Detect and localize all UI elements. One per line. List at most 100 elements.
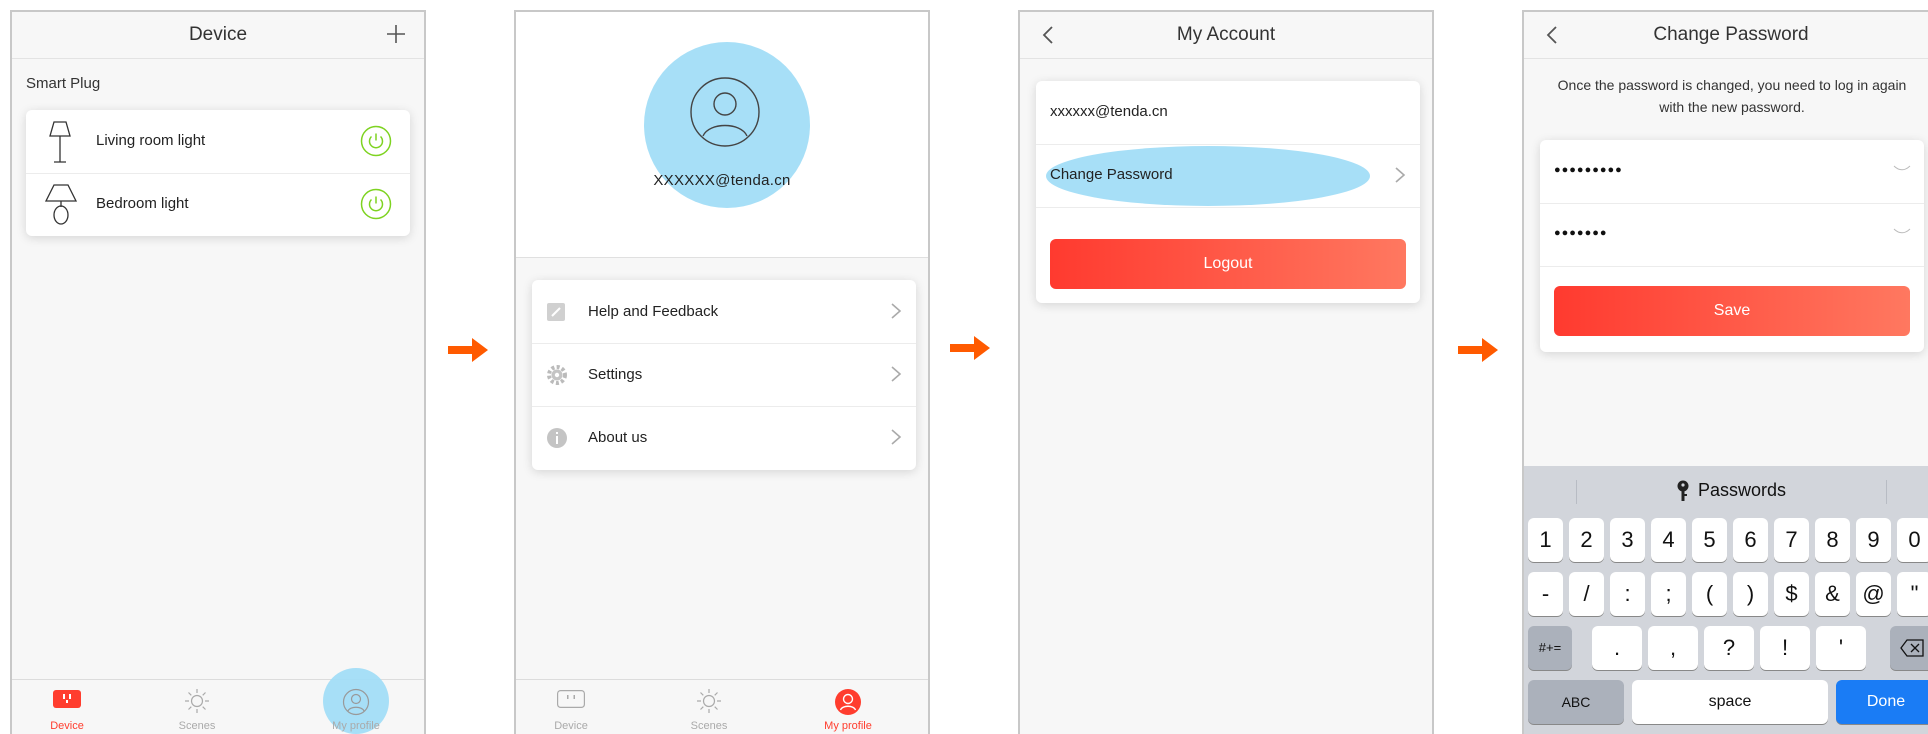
key[interactable]: .	[1592, 626, 1642, 670]
tab-my-profile[interactable]: My profile	[793, 680, 903, 734]
key[interactable]: (	[1692, 572, 1727, 616]
change-password-row[interactable]: Change Password	[1036, 144, 1420, 208]
floor-lamp-icon	[49, 121, 71, 163]
device-list: Living room light Bedroom light	[26, 110, 410, 236]
profile-menu: Help and Feedback Settings About us	[532, 280, 916, 470]
header: My Account	[1020, 12, 1432, 59]
key[interactable]: /	[1569, 572, 1604, 616]
key[interactable]: ;	[1651, 572, 1686, 616]
tab-bar: Device Scenes My profile	[12, 668, 424, 734]
tab-device[interactable]: Device	[12, 680, 122, 734]
confirm-password-field[interactable]: ●●●●●●●	[1540, 203, 1924, 267]
tab-label: Scenes	[690, 720, 728, 732]
keyboard: Passwords 1 2 3 4 5 6 7 8 9 0 - / : ; ( …	[1524, 466, 1928, 734]
edit-icon	[547, 303, 565, 321]
tab-label: My profile	[824, 720, 872, 732]
power-icon[interactable]	[360, 125, 392, 157]
tab-label: Device	[554, 720, 588, 732]
key[interactable]: 0	[1897, 518, 1928, 562]
space-key[interactable]: space	[1632, 680, 1828, 724]
delete-key[interactable]	[1890, 626, 1928, 670]
avatar[interactable]	[689, 76, 761, 148]
tab-scenes[interactable]: Scenes	[142, 680, 252, 734]
keyboard-bar-label: Passwords	[1698, 480, 1787, 500]
screen-my-profile: XXXXXX@tenda.cn Help and Feedback Settin…	[514, 10, 930, 734]
key[interactable]: 9	[1856, 518, 1891, 562]
tab-label: Device	[50, 720, 84, 732]
tab-label: Scenes	[178, 720, 216, 732]
sun-icon	[697, 689, 721, 713]
save-button[interactable]: Save	[1554, 286, 1910, 336]
key[interactable]: -	[1528, 572, 1563, 616]
table-lamp-icon	[44, 184, 78, 225]
menu-label: Settings	[588, 366, 643, 383]
abc-key[interactable]: ABC	[1528, 680, 1624, 724]
logout-button[interactable]: Logout	[1050, 239, 1406, 289]
key[interactable]: 8	[1815, 518, 1850, 562]
symbols-key[interactable]: #+=	[1528, 626, 1572, 670]
header: Change Password	[1524, 12, 1928, 59]
section-title: Smart Plug	[26, 75, 101, 92]
password-field[interactable]: ●●●●●●●●●	[1540, 140, 1924, 204]
email-row: xxxxxx@tenda.cn	[1036, 81, 1420, 145]
user-icon	[835, 689, 861, 715]
device-name: Bedroom light	[96, 195, 189, 212]
tab-scenes[interactable]: Scenes	[654, 680, 764, 734]
page-title: My Account	[1176, 24, 1276, 45]
add-icon[interactable]	[384, 22, 408, 46]
key[interactable]: !	[1760, 626, 1810, 670]
tab-label: My profile	[332, 720, 380, 732]
eye-closed-icon[interactable]	[1892, 164, 1912, 174]
key[interactable]: :	[1610, 572, 1645, 616]
eye-closed-icon[interactable]	[1892, 227, 1912, 237]
chevron-right-icon	[891, 429, 902, 445]
key[interactable]: 1	[1528, 518, 1563, 562]
tab-bar: Device Scenes My profile	[516, 679, 928, 734]
key[interactable]: $	[1774, 572, 1809, 616]
chevron-right-icon	[1395, 167, 1406, 183]
key[interactable]: ?	[1704, 626, 1754, 670]
key[interactable]: 5	[1692, 518, 1727, 562]
screen-device: Device Smart Plug Living room light Bedr…	[10, 10, 426, 734]
keyboard-suggestion-bar[interactable]: Passwords	[1524, 466, 1928, 518]
arrow-right-icon	[1458, 338, 1498, 362]
key[interactable]: 7	[1774, 518, 1809, 562]
backspace-icon	[1900, 639, 1924, 657]
change-password-label: Change Password	[1050, 166, 1173, 183]
arrow-right-icon	[448, 338, 488, 362]
key[interactable]: 4	[1651, 518, 1686, 562]
menu-label: Help and Feedback	[588, 303, 719, 320]
done-key[interactable]: Done	[1836, 680, 1928, 724]
user-icon	[342, 688, 370, 716]
info-icon	[547, 428, 567, 448]
tab-my-profile[interactable]: My profile	[301, 680, 411, 734]
password-value: ●●●●●●●●●	[1554, 164, 1623, 176]
power-icon[interactable]	[360, 188, 392, 220]
key[interactable]: 6	[1733, 518, 1768, 562]
key[interactable]: '	[1816, 626, 1866, 670]
key[interactable]: 2	[1569, 518, 1604, 562]
menu-item-settings[interactable]: Settings	[532, 343, 916, 407]
header: Device	[12, 12, 424, 59]
list-item[interactable]: Bedroom light	[26, 173, 410, 236]
key[interactable]: )	[1733, 572, 1768, 616]
tab-device[interactable]: Device	[516, 680, 626, 734]
page-title: Device	[188, 24, 248, 45]
menu-item-about[interactable]: About us	[532, 406, 916, 469]
key[interactable]: @	[1856, 572, 1891, 616]
screen-change-password: Change Password Once the password is cha…	[1522, 10, 1928, 734]
menu-label: About us	[588, 429, 648, 446]
chevron-right-icon	[891, 366, 902, 382]
plug-icon	[53, 690, 81, 708]
key[interactable]: ,	[1648, 626, 1698, 670]
menu-item-help[interactable]: Help and Feedback	[532, 280, 916, 344]
page-title: Change Password	[1653, 24, 1809, 45]
key[interactable]: 3	[1610, 518, 1645, 562]
key-icon	[1677, 480, 1689, 501]
profile-header: XXXXXX@tenda.cn	[516, 12, 928, 258]
password-value: ●●●●●●●	[1554, 227, 1608, 239]
key[interactable]: &	[1815, 572, 1850, 616]
list-item[interactable]: Living room light	[26, 110, 410, 174]
key[interactable]: "	[1897, 572, 1928, 616]
arrow-right-icon	[950, 336, 990, 360]
